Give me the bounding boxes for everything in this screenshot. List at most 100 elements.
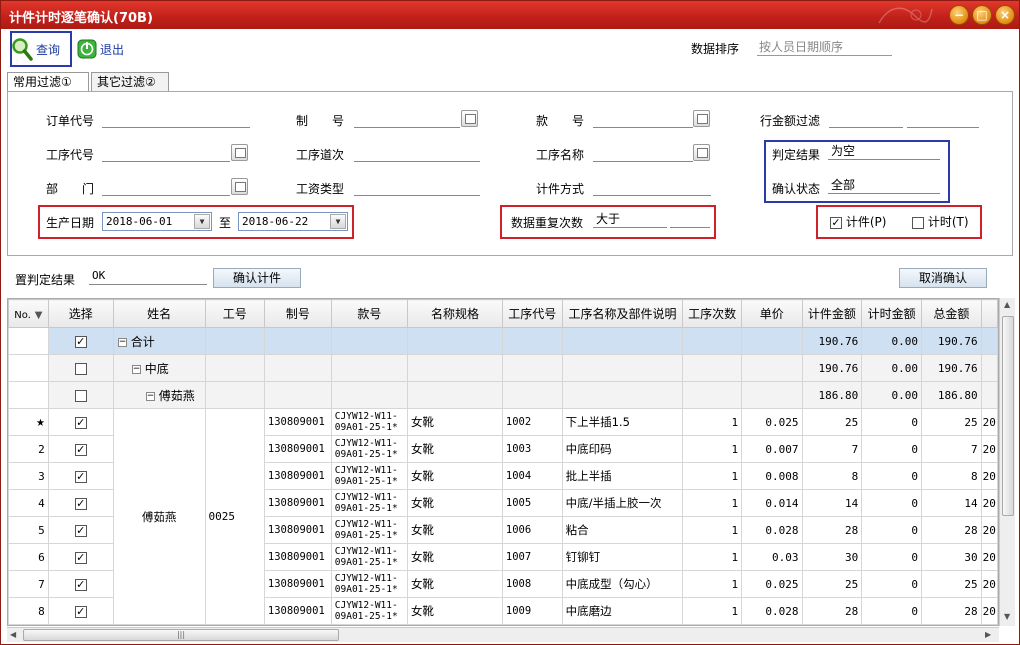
time-checkbox[interactable]: 计时(T) bbox=[912, 213, 969, 230]
tree-cell[interactable]: − 傅茹燕 bbox=[112, 381, 206, 409]
col-style-no[interactable]: 款号 bbox=[330, 299, 409, 328]
collapse-icon[interactable]: − bbox=[117, 337, 127, 347]
dup-count-operator[interactable]: 大于 bbox=[593, 210, 667, 228]
line-amount-min-field[interactable] bbox=[829, 110, 903, 128]
col-proc-name[interactable]: 工序名称及部件说明 bbox=[561, 299, 684, 328]
horizontal-scroll-thumb[interactable]: ||| bbox=[23, 629, 339, 641]
dept-picker-icon[interactable] bbox=[231, 178, 248, 195]
col-emp-id[interactable]: 工号 bbox=[204, 299, 265, 328]
style-no-cell: CJYW12-W11-09A01-25-1* bbox=[330, 597, 409, 625]
col-piece-amt[interactable]: 计件金额 bbox=[801, 299, 863, 328]
date-from-input[interactable]: 2018-06-01 ▼ bbox=[102, 212, 212, 231]
confirm-piece-button[interactable]: 确认计件 bbox=[213, 268, 301, 288]
scroll-down-icon[interactable]: ▼ bbox=[1004, 612, 1010, 621]
select-cell[interactable] bbox=[47, 354, 114, 382]
col-total[interactable]: 总金额 bbox=[920, 299, 982, 328]
process-name-field[interactable] bbox=[593, 144, 693, 162]
dropdown-arrow-icon[interactable]: ▼ bbox=[330, 214, 346, 229]
exit-button[interactable]: 退出 bbox=[77, 32, 124, 66]
piece-mode-field[interactable] bbox=[593, 178, 711, 196]
summary-row[interactable]: − 傅茹燕 186.80 0.00 186.80 bbox=[8, 381, 998, 409]
process-name-picker-icon[interactable] bbox=[693, 144, 710, 161]
row-checkbox[interactable]: ✓ bbox=[74, 551, 87, 564]
select-cell[interactable]: ✓ bbox=[47, 516, 114, 544]
date-to-input[interactable]: 2018-06-22 ▼ bbox=[238, 212, 348, 231]
empty-cell bbox=[682, 327, 743, 355]
minimize-button[interactable]: − bbox=[949, 5, 969, 25]
select-cell[interactable]: ✓ bbox=[47, 327, 114, 355]
process-code-field[interactable] bbox=[102, 144, 230, 162]
sort-select[interactable]: 按人员日期顺序 bbox=[757, 38, 892, 56]
judge-status-highlight-frame bbox=[764, 140, 950, 203]
row-number-cell bbox=[8, 327, 49, 355]
col-proc-code[interactable]: 工序代号 bbox=[501, 299, 563, 328]
tree-cell[interactable]: − 中底 bbox=[112, 354, 206, 382]
summary-row[interactable]: − 中底 190.76 0.00 190.76 bbox=[8, 354, 998, 382]
select-cell[interactable]: ✓ bbox=[47, 408, 114, 436]
select-cell[interactable]: ✓ bbox=[47, 570, 114, 598]
row-checkbox[interactable] bbox=[74, 389, 87, 402]
filter-icon[interactable]: ▼ bbox=[35, 310, 43, 321]
select-cell[interactable] bbox=[47, 381, 114, 409]
vertical-scrollbar[interactable]: ▲ ▼ bbox=[999, 298, 1015, 626]
wage-type-field[interactable] bbox=[354, 178, 480, 196]
style-no-field[interactable] bbox=[593, 110, 693, 128]
scroll-right-icon[interactable]: ▶ bbox=[985, 630, 991, 639]
cancel-confirm-button[interactable]: 取消确认 bbox=[899, 268, 987, 288]
col-spec[interactable]: 名称规格 bbox=[407, 299, 503, 328]
row-checkbox[interactable]: ✓ bbox=[74, 524, 87, 537]
col-select[interactable]: 选择 bbox=[47, 299, 114, 328]
select-cell[interactable]: ✓ bbox=[47, 462, 114, 490]
tree-cell[interactable]: − 合计 bbox=[112, 327, 206, 355]
empty-cell bbox=[741, 354, 803, 382]
row-checkbox[interactable]: ✓ bbox=[74, 578, 87, 591]
dup-count-value[interactable] bbox=[670, 210, 710, 228]
select-cell[interactable]: ✓ bbox=[47, 489, 114, 517]
collapse-icon[interactable]: − bbox=[145, 391, 155, 401]
col-name[interactable]: 姓名 bbox=[112, 299, 206, 328]
row-checkbox[interactable]: ✓ bbox=[74, 605, 87, 618]
col-count[interactable]: 工序次数 bbox=[682, 299, 743, 328]
scroll-left-icon[interactable]: ◀ bbox=[10, 630, 16, 639]
make-no-field[interactable] bbox=[354, 110, 460, 128]
row-checkbox[interactable]: ✓ bbox=[74, 416, 87, 429]
close-button[interactable]: × bbox=[995, 5, 1015, 25]
row-checkbox[interactable]: ✓ bbox=[74, 497, 87, 510]
row-checkbox[interactable]: ✓ bbox=[74, 335, 87, 348]
vertical-scroll-thumb[interactable] bbox=[1002, 316, 1014, 516]
col-time-amt[interactable]: 计时金额 bbox=[861, 299, 922, 328]
col-no[interactable]: No. ▼ bbox=[8, 299, 49, 328]
time-checkbox-box[interactable] bbox=[912, 216, 924, 229]
select-cell[interactable]: ✓ bbox=[47, 435, 114, 463]
col-price[interactable]: 单价 bbox=[741, 299, 803, 328]
dropdown-arrow-icon[interactable]: ▼ bbox=[194, 214, 210, 229]
dept-field[interactable] bbox=[102, 178, 230, 196]
table-row[interactable]: ★ ✓ 傅茹燕 0025 130809001 CJYW12-W11-09A01-25-1*… bbox=[8, 408, 998, 625]
tab-other-filter[interactable]: 其它过滤② bbox=[91, 72, 169, 91]
row-checkbox[interactable] bbox=[74, 362, 87, 375]
piece-checkbox[interactable]: ✓ 计件(P) bbox=[830, 213, 886, 230]
title-bar[interactable]: 计件计时逐笔确认(70B) − □ × bbox=[1, 1, 1019, 29]
select-cell[interactable]: ✓ bbox=[47, 597, 114, 625]
style-no-picker-icon[interactable] bbox=[693, 110, 710, 127]
row-checkbox[interactable]: ✓ bbox=[74, 443, 87, 456]
col-make-no[interactable]: 制号 bbox=[263, 299, 332, 328]
grid-header-row: No. ▼ 选择 姓名 工号 制号 款号 名称规格 工序代号 工序名称及部件说明… bbox=[8, 299, 998, 328]
row-checkbox[interactable]: ✓ bbox=[74, 470, 87, 483]
order-no-label: 订单代号 bbox=[46, 114, 95, 128]
piece-checkbox-box[interactable]: ✓ bbox=[830, 216, 842, 229]
process-code-picker-icon[interactable] bbox=[231, 144, 248, 161]
make-no-picker-icon[interactable] bbox=[461, 110, 478, 127]
order-no-field[interactable] bbox=[102, 110, 250, 128]
line-amount-max-field[interactable] bbox=[907, 110, 979, 128]
set-judge-field[interactable]: OK bbox=[89, 267, 207, 285]
summary-total-cell: 190.76 bbox=[920, 354, 982, 382]
process-step-field[interactable] bbox=[354, 144, 480, 162]
maximize-button[interactable]: □ bbox=[972, 5, 992, 25]
collapse-icon[interactable]: − bbox=[131, 364, 141, 374]
horizontal-scrollbar[interactable]: ◀ ||| ▶ bbox=[7, 627, 999, 642]
tab-common-filter[interactable]: 常用过滤① bbox=[7, 72, 89, 92]
scroll-up-icon[interactable]: ▲ bbox=[1004, 300, 1010, 309]
summary-row[interactable]: ✓ − 合计 190.76 0.00 190.76 bbox=[8, 327, 998, 355]
select-cell[interactable]: ✓ bbox=[47, 543, 114, 571]
